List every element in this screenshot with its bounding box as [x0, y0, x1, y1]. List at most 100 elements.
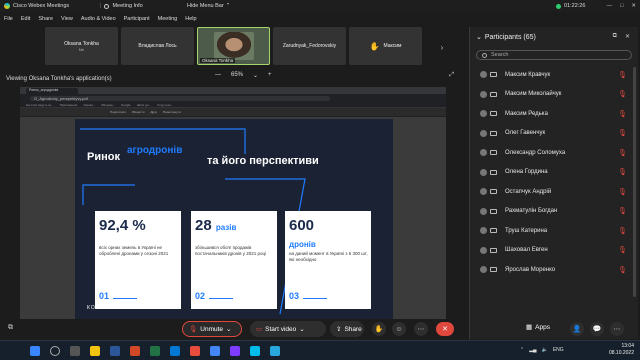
chrome-icon[interactable]: [210, 346, 220, 356]
list-item[interactable]: Олександр Соломуха 🎙︎: [470, 143, 630, 163]
shared-screen[interactable]: Ринок_агродронів O_Agrodrony_perspektyvy…: [20, 87, 446, 319]
participant-tile[interactable]: Владислав Лось: [121, 27, 194, 65]
participant-tile[interactable]: Oksana Tonkha Me: [45, 27, 118, 65]
participant-search-input[interactable]: Search: [476, 50, 632, 60]
minimize-icon[interactable]: —: [607, 3, 613, 9]
menu-share[interactable]: Share: [38, 16, 53, 22]
word-icon[interactable]: [110, 346, 120, 356]
slide-area: Ринок агродронів та його перспективи 92,…: [20, 117, 446, 319]
menu-file[interactable]: File: [4, 16, 13, 22]
close-icon[interactable]: ✕: [625, 33, 630, 40]
computer-icon: [490, 91, 497, 97]
leave-meeting-button[interactable]: ✕: [436, 322, 454, 336]
list-item[interactable]: Максим Редька 🎙︎: [470, 104, 630, 124]
mic-muted-icon: 🎙︎: [618, 71, 627, 79]
participant-tile[interactable]: ✋ Максим: [349, 27, 422, 65]
popout-icon[interactable]: ⧉: [613, 33, 617, 40]
list-item[interactable]: Ярослав Моренко 🎙︎: [470, 260, 630, 280]
avatar: [480, 90, 487, 98]
list-item[interactable]: Шаховал Евген 🎙︎: [470, 241, 630, 261]
mic-muted-icon: 🎙︎: [618, 266, 627, 274]
list-item[interactable]: Олег Гавенчук 🎙︎: [470, 124, 630, 144]
chevron-up-icon[interactable]: ⌃: [520, 347, 524, 353]
opera-icon[interactable]: [190, 346, 200, 356]
participants-scrollbar[interactable]: [633, 67, 636, 297]
avatar: [480, 246, 487, 254]
info-icon: [104, 3, 110, 9]
menu-participant[interactable]: Participant: [124, 16, 150, 22]
maximize-icon[interactable]: □: [620, 3, 623, 9]
chat-icon[interactable]: 💬: [590, 322, 604, 336]
list-item[interactable]: Труш Катерина 🎙︎: [470, 221, 630, 241]
strip-next-arrow-icon[interactable]: ›: [437, 38, 447, 56]
chevron-down-icon[interactable]: ⌄: [299, 325, 304, 333]
menu-audio-video[interactable]: Audio & Video: [81, 16, 116, 22]
telegram-icon[interactable]: [270, 346, 280, 356]
file-explorer-icon[interactable]: [90, 346, 100, 356]
webex-taskbar-icon[interactable]: [250, 346, 260, 356]
browser-tab: Ринок_агродронів: [26, 87, 78, 94]
chevron-down-icon[interactable]: ⌄: [476, 33, 482, 41]
network-icon[interactable]: ▂▄: [529, 347, 536, 353]
avatar: [480, 110, 487, 118]
more-panels-icon[interactable]: ⋯: [610, 322, 624, 336]
raise-hand-icon[interactable]: ✋: [372, 322, 386, 336]
volume-icon[interactable]: 🔈: [542, 347, 548, 353]
chevron-down-icon[interactable]: ⌄: [253, 72, 258, 79]
participant-tile[interactable]: Zarudnyak_Fedorovskiy: [273, 27, 346, 65]
list-item[interactable]: Максим Миколайчук 🎙︎: [470, 85, 630, 105]
meeting-info-group[interactable]: | Meeting Info: [100, 3, 143, 9]
zoom-out-button[interactable]: —: [215, 72, 221, 78]
excel-icon[interactable]: [150, 346, 160, 356]
windows-start-icon[interactable]: [30, 346, 40, 356]
computer-icon: [490, 189, 497, 195]
menu-meeting[interactable]: Meeting: [158, 16, 178, 22]
participants-icon[interactable]: 👤: [570, 322, 584, 336]
mic-muted-icon: 🎙︎: [189, 326, 198, 333]
computer-icon: [490, 267, 497, 273]
apps-button[interactable]: ▦ Apps: [526, 323, 550, 332]
zoom-in-button[interactable]: +: [268, 72, 272, 78]
search-icon[interactable]: [50, 346, 60, 356]
reactions-icon[interactable]: ☺: [392, 322, 406, 336]
avatar: [480, 129, 487, 137]
share-icon: ⇪: [336, 326, 342, 333]
zoom-level[interactable]: 65%: [231, 72, 243, 78]
edge-icon[interactable]: [170, 346, 180, 356]
menu-help[interactable]: Help: [185, 16, 196, 22]
list-item[interactable]: Остапчук Андрій 🎙︎: [470, 182, 630, 202]
video-off-icon: ▭: [256, 326, 263, 333]
meeting-info-link[interactable]: Meeting Info: [112, 3, 142, 9]
presentation-slide: Ринок агродронів та його перспективи 92,…: [75, 119, 393, 319]
task-view-icon[interactable]: [70, 346, 80, 356]
mic-muted-icon: 🎙︎: [618, 247, 627, 255]
kopter-logo: КОПТЕР: [87, 305, 114, 311]
avatar: [480, 188, 487, 196]
mic-muted-icon: 🎙︎: [618, 208, 627, 216]
list-item[interactable]: Максим Кравчук 🎙︎: [470, 65, 630, 85]
avatar: [480, 71, 487, 79]
mic-muted-icon: 🎙︎: [618, 110, 627, 118]
share-button[interactable]: ⇪ Share: [330, 321, 364, 337]
unmute-button[interactable]: 🎙︎ Unmute ⌄: [182, 321, 242, 337]
system-tray: ⌃ ▂▄ 🔈 ENG: [520, 347, 564, 353]
closed-captions-icon[interactable]: ⧉: [8, 324, 13, 332]
more-options-icon[interactable]: ⋯: [414, 322, 428, 336]
active-speaker-video-tile[interactable]: Oksana Tonkha: [197, 27, 270, 65]
menu-view[interactable]: View: [61, 16, 73, 22]
menu-edit[interactable]: Edit: [21, 16, 30, 22]
start-video-button[interactable]: ▭ Start video ⌄: [250, 321, 326, 337]
expand-icon[interactable]: ⤢: [449, 72, 454, 79]
computer-icon: [490, 208, 497, 214]
list-item[interactable]: Олена Гордина 🎙︎: [470, 163, 630, 183]
raised-hand-icon: ✋: [369, 41, 380, 51]
chevron-down-icon[interactable]: ⌄: [226, 325, 231, 333]
app-icon[interactable]: [230, 346, 240, 356]
powerpoint-icon[interactable]: [130, 346, 140, 356]
close-icon[interactable]: ✕: [631, 3, 636, 9]
list-item[interactable]: Рахматулін Богдан 🎙︎: [470, 202, 630, 222]
participant-strip: Oksana Tonkha Me Владислав Лось Oksana T…: [45, 27, 422, 67]
clock[interactable]: 13:04 08.10.2022: [609, 343, 634, 357]
language-indicator[interactable]: ENG: [553, 347, 564, 353]
hide-menu-bar-button[interactable]: Hide Menu Bar ⌃: [187, 3, 230, 9]
